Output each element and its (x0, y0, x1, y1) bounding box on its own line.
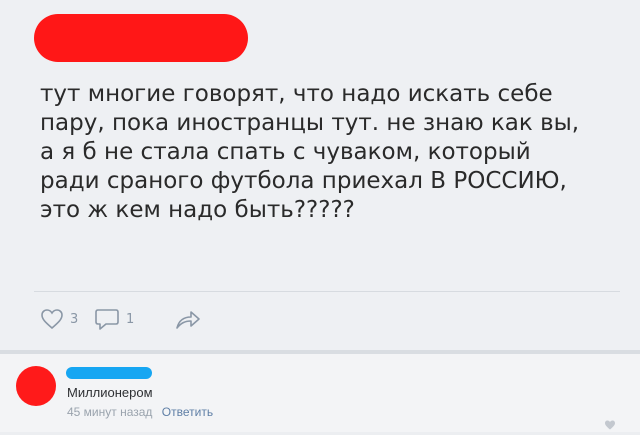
post-actions: 3 1 (0, 304, 640, 334)
redacted-author-name (34, 14, 248, 62)
likes-count: 3 (70, 311, 79, 327)
share-arrow-icon (174, 308, 202, 330)
post-divider (34, 291, 620, 292)
heart-icon (40, 308, 64, 330)
comment-meta: 45 минут назад Ответить (67, 405, 213, 419)
small-heart-icon (604, 416, 616, 435)
post-text: тут многие говорят, что надо искать себе… (40, 81, 580, 223)
share-button[interactable] (174, 304, 202, 334)
reply-link[interactable]: Ответить (162, 405, 213, 419)
commenter-avatar[interactable] (16, 366, 56, 406)
comment-bubble-icon (94, 307, 120, 331)
comment-text: Миллионером (67, 385, 153, 400)
redacted-commenter-name (66, 367, 152, 379)
like-button[interactable]: 3 (40, 304, 78, 334)
post-card: тут многие говорят, что надо искать себе… (0, 0, 640, 350)
comments-count: 1 (126, 311, 135, 327)
comment-button[interactable]: 1 (94, 304, 134, 334)
comment-time: 45 минут назад (67, 405, 153, 419)
comment-like-button[interactable] (604, 416, 616, 430)
comment-item: Миллионером 45 минут назад Ответить (0, 354, 640, 432)
